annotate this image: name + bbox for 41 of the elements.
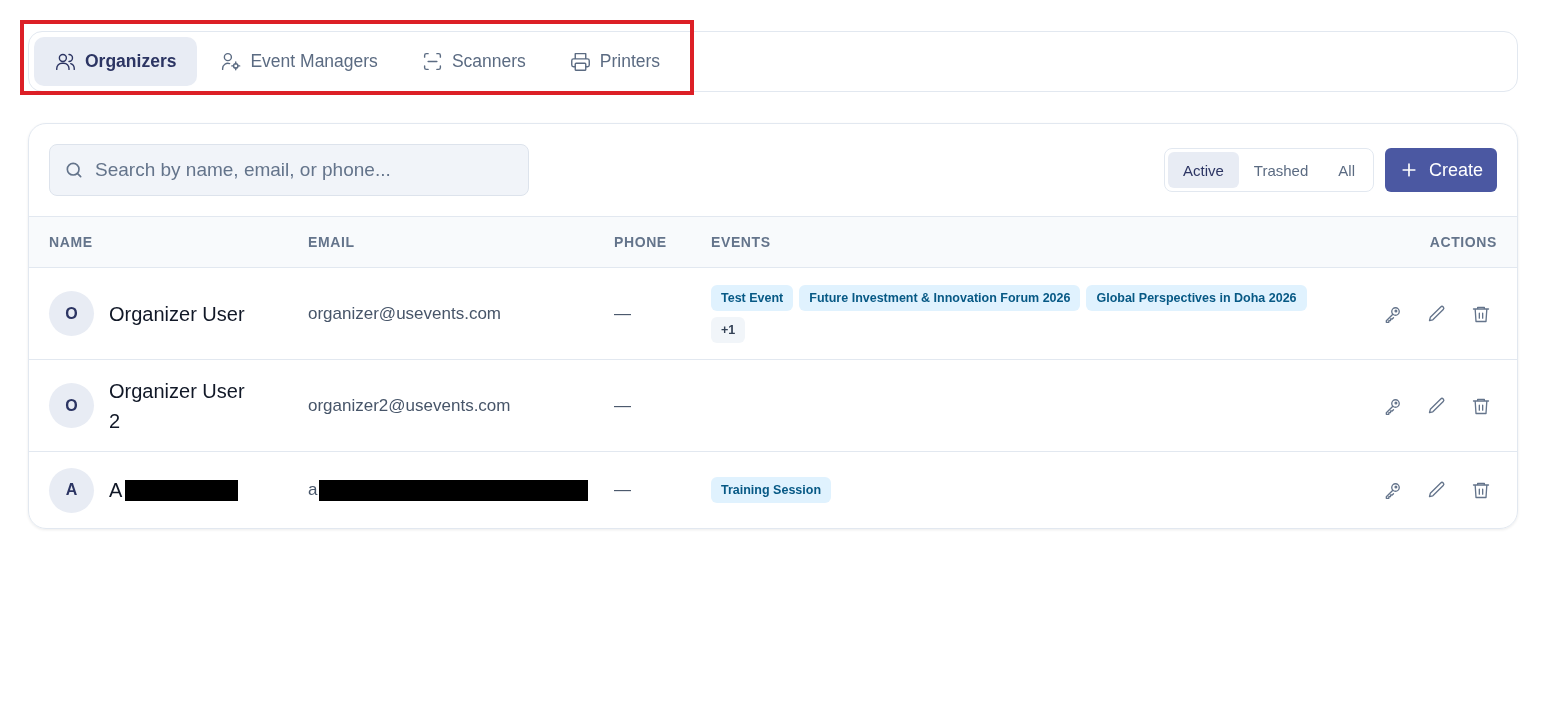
more-count: +1 xyxy=(711,316,746,343)
phone: — xyxy=(614,395,631,415)
user-name: Organizer User 2 xyxy=(109,378,246,434)
search-icon xyxy=(64,160,84,180)
pencil-icon xyxy=(1427,480,1447,500)
tab[interactable]: Event Managers xyxy=(199,37,399,86)
pencil-icon xyxy=(1427,303,1447,324)
pencil-icon xyxy=(1427,395,1447,416)
email: organizer2@usevents.com xyxy=(308,395,511,416)
avatar: A xyxy=(49,467,94,513)
event-tag: Future Investment & Innovation Forum 2026 xyxy=(799,284,1081,311)
filter-tab[interactable]: Trashed xyxy=(1238,152,1324,188)
phone: — xyxy=(614,303,631,323)
tab[interactable]: Printers xyxy=(548,37,682,86)
tab[interactable]: Scanners xyxy=(400,37,547,86)
email: a xyxy=(308,480,318,500)
column-header: EMAIL xyxy=(308,234,356,250)
tab[interactable]: Organizers xyxy=(34,37,198,86)
create-button[interactable]: Create xyxy=(1384,148,1497,192)
trash-icon xyxy=(1471,480,1491,500)
key-icon xyxy=(1383,480,1403,500)
filter-tab[interactable]: Active xyxy=(1167,152,1239,188)
event-tag: Training Session xyxy=(711,477,832,503)
column-header: ACTIONS xyxy=(1428,234,1497,250)
search-field[interactable]: Search by name, email, or phone... xyxy=(49,144,529,196)
event-tag: Test Event xyxy=(711,284,794,311)
user-name: A xyxy=(109,478,123,503)
user-name: Organizer User xyxy=(109,301,246,327)
scan-icon xyxy=(421,51,443,72)
phone: — xyxy=(614,480,631,499)
email: organizer@usevents.com xyxy=(308,303,501,324)
users-icon xyxy=(55,51,76,72)
avatar: O xyxy=(49,383,94,428)
event-tag: Global Perspectives in Doha 2026 xyxy=(1086,284,1307,311)
avatar: O xyxy=(49,291,94,336)
printer-icon xyxy=(569,51,591,72)
filter-tab[interactable]: All xyxy=(1323,152,1370,188)
column-header: PHONE xyxy=(614,234,668,250)
column-header: NAME xyxy=(49,234,94,250)
column-header: EVENTS xyxy=(711,234,772,250)
user-gear-icon xyxy=(220,51,242,72)
